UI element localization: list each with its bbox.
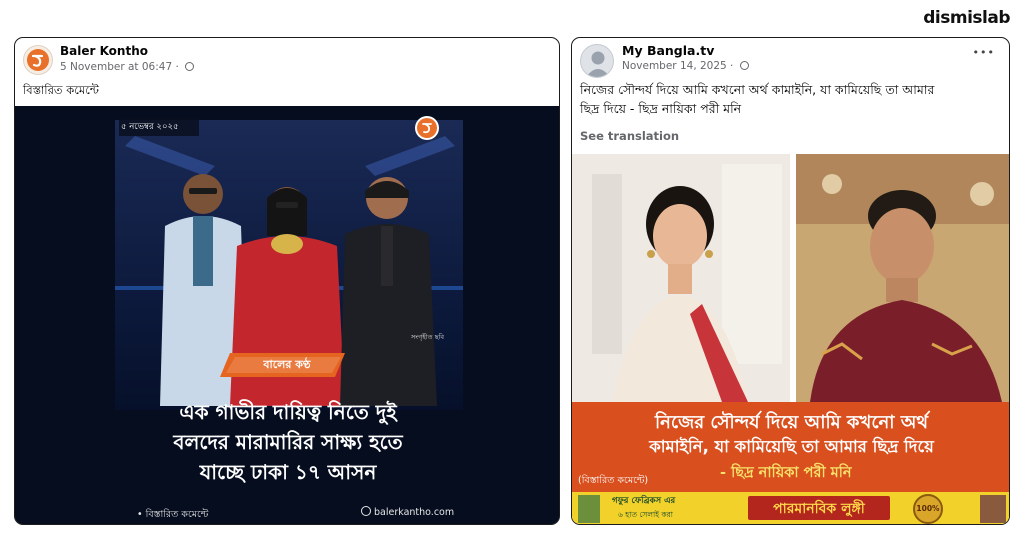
more-options-icon[interactable]: ••• (973, 46, 995, 59)
ad-seal: 100% (916, 504, 940, 513)
headline-line-3: যাচ্ছে ঢাকা ১৭ আসন (199, 460, 377, 484)
globe-icon (739, 61, 749, 70)
headline-line-2: বলদের মারামারির সাক্ষ্য হতে (173, 430, 403, 454)
default-user-icon (586, 51, 610, 77)
byline: - ছিদ্র নায়িকা পরী মনি (720, 465, 852, 481)
bk-logo-icon (27, 49, 49, 71)
headline-line-1: এক গাভীর দায়িত্ব নিতে দুই (179, 400, 397, 424)
ad-small-text: গফুর ফেব্রিকস এর (612, 496, 676, 506)
logo-label: বালের কণ্ঠ (263, 358, 311, 371)
image-footer-right: balerkantho.com (361, 506, 454, 518)
photo-credit: সংগৃহীত ছবি (411, 333, 444, 341)
post-text-line-1: নিজের সৌন্দর্য দিয়ে আমি কখনো অর্থ কামাই… (580, 82, 935, 97)
page-name[interactable]: Baler Kontho (60, 44, 148, 58)
date-badge: ৫ নভেম্বর ২০২৫ (121, 122, 179, 132)
image-footer-left: • বিস্তারিত কমেন্টে (137, 509, 209, 520)
post-image[interactable]: ৫ নভেম্বর ২০২৫ সংগৃহীত ছবি বালের কণ্ঠ এক… (15, 106, 559, 524)
comments-badge: (বিস্তারিত কমেন্টে) (578, 475, 649, 486)
post-timestamp[interactable]: November 14, 2025 (622, 60, 727, 72)
post-image[interactable]: নিজের সৌন্দর্য দিয়ে আমি কখনো অর্থ কামাই… (572, 154, 1009, 524)
website-url: balerkantho.com (374, 507, 455, 518)
post-text-line-2: ছিদ্র দিয়ে - ছিদ্র নায়িকা পরী মনি (580, 101, 742, 116)
post-card-baler-kontho: Baler Kontho 5 November at 06:47 · বিস্ত… (14, 37, 560, 525)
headline-line-2: কামাইনি, যা কামিয়েছি তা আমার ছিদ্র দিয়… (649, 437, 934, 456)
page-avatar[interactable] (580, 44, 614, 78)
post-timestamp[interactable]: 5 November at 06:47 (60, 61, 172, 73)
globe-icon (185, 62, 195, 71)
post-text: বিস্তারিত কমেন্টে (23, 83, 99, 97)
ad-big-text: পারমানবিক লুঙ্গী (773, 501, 865, 517)
post-meta: 5 November at 06:47 · (60, 61, 195, 73)
brand-logo: dismislab (923, 8, 1010, 28)
see-translation-link[interactable]: See translation (580, 129, 679, 143)
ad-small-text-2: ৬ হাত সেলাই করা (618, 510, 673, 519)
web-icon (361, 506, 371, 516)
page-avatar[interactable] (23, 45, 53, 75)
page-name[interactable]: My Bangla.tv (622, 43, 714, 58)
post-meta: November 14, 2025 · (622, 60, 749, 72)
post-card-my-bangla-tv: My Bangla.tv November 14, 2025 · ••• নিজ… (571, 37, 1010, 525)
